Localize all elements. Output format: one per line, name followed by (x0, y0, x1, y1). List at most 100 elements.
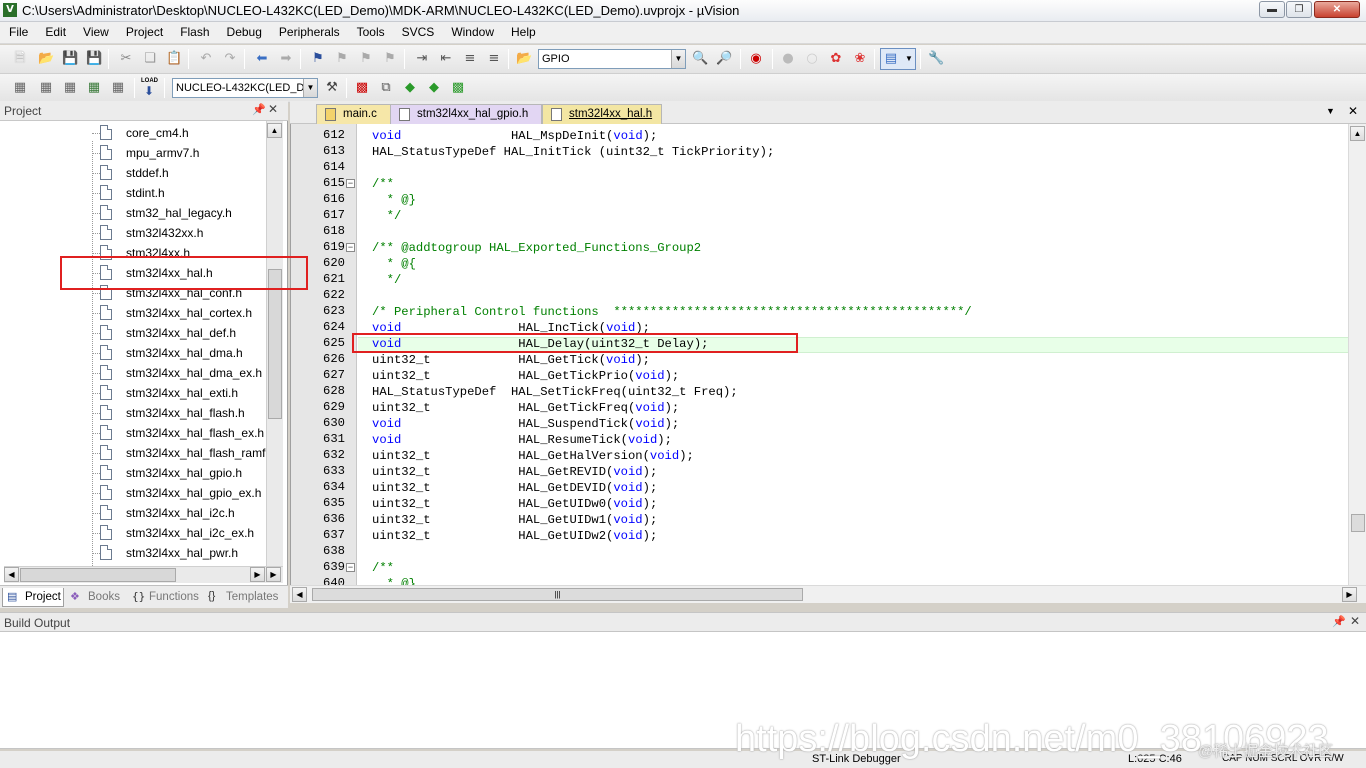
tab-templates[interactable]: {} Templates (206, 588, 286, 607)
code-line[interactable]: /** (372, 176, 394, 192)
close-icon[interactable]: ✕ (1350, 614, 1360, 628)
target-options-icon[interactable]: ⚒ (324, 80, 340, 96)
code-line[interactable]: /** @addtogroup HAL_Exported_Functions_G… (372, 240, 701, 256)
scroll-left-icon[interactable]: ◀ (4, 567, 19, 582)
navigate-back-icon[interactable]: ⬅ (254, 51, 270, 67)
build-icon[interactable]: ▦ (38, 80, 54, 96)
scroll-right-icon[interactable]: ▶ (250, 567, 265, 582)
code-line[interactable]: * @} (372, 192, 416, 208)
tab-project[interactable]: ▤ Project (2, 588, 64, 607)
editor-horizontal-scrollbar[interactable]: ◀ ||| ▶ (290, 585, 1366, 603)
fold-toggle-icon[interactable]: − (346, 179, 355, 188)
fold-toggle-icon[interactable]: − (346, 563, 355, 572)
pin-icon[interactable]: 📌 (1332, 615, 1346, 628)
chevron-down-icon[interactable]: ▼ (671, 50, 685, 68)
copy-target-icon[interactable]: ⧉ (378, 80, 394, 96)
menu-debug[interactable]: Debug (218, 22, 270, 44)
code-line[interactable]: * @{ (372, 256, 416, 272)
code-line[interactable]: void HAL_ResumeTick(void); (372, 432, 672, 448)
configure-icon[interactable]: 🔧 (928, 51, 944, 67)
menu-peripherals[interactable]: Peripherals (270, 22, 348, 44)
menu-file[interactable]: File (0, 22, 36, 44)
editor-vscroll-thumb[interactable] (1351, 514, 1365, 532)
breakpoint-icon[interactable]: ● (780, 51, 796, 67)
uncomment-icon[interactable]: ≡ (486, 51, 502, 67)
close-icon[interactable]: ✕ (1348, 104, 1358, 118)
code-editor[interactable]: 612 613 614 615−616 617 618 619−620 621 622 623 62… (290, 124, 1366, 590)
menu-help[interactable]: Help (502, 22, 544, 44)
close-icon[interactable]: ✕ (268, 102, 278, 116)
new-file-icon[interactable]: 🗎 (12, 51, 28, 67)
unindent-icon[interactable]: ⇤ (438, 51, 454, 67)
code-line[interactable]: uint32_t HAL_GetREVID(void); (372, 464, 657, 480)
code-line[interactable]: HAL_StatusTypeDef HAL_SetTickFreq(uint32… (372, 384, 738, 400)
navigate-forward-icon[interactable]: ➡ (278, 51, 294, 67)
code-area[interactable]: void HAL_MspDeInit(void); HAL_StatusTypeD… (358, 124, 1348, 585)
indent-icon[interactable]: ⇥ (414, 51, 430, 67)
paste-icon[interactable]: 📋 (166, 51, 182, 67)
code-line[interactable]: uint32_t HAL_GetTick(void); (372, 352, 650, 368)
scroll-up-icon[interactable]: ▲ (267, 123, 282, 138)
manage-project-items-icon[interactable]: ▩ (354, 80, 370, 96)
undo-icon[interactable]: ↶ (198, 51, 214, 67)
cut-icon[interactable]: ✂ (118, 51, 134, 67)
insert-bookmark-icon[interactable]: ⚑ (310, 51, 326, 67)
chevron-down-icon[interactable]: ▼ (303, 79, 317, 97)
menu-svcs[interactable]: SVCS (393, 22, 443, 44)
save-icon[interactable]: 💾 (62, 51, 78, 67)
scroll-up-icon[interactable]: ▲ (1350, 126, 1365, 141)
code-line[interactable]: uint32_t HAL_GetUIDw2(void); (372, 528, 657, 544)
find-combo[interactable]: GPIO ▼ (538, 49, 686, 69)
code-line[interactable]: void HAL_MspDeInit(void); (372, 128, 657, 144)
rebuild-icon[interactable]: ▦ (62, 80, 78, 96)
tree-vertical-scrollbar[interactable]: ▲ (266, 121, 283, 566)
fold-toggle-icon[interactable]: − (346, 243, 355, 252)
editor-hscroll-thumb[interactable]: ||| (312, 588, 803, 601)
code-line[interactable]: */ (372, 208, 402, 224)
menu-flash[interactable]: Flash (171, 22, 217, 44)
tree-horizontal-scrollbar[interactable]: ◀ ▶ ▶ (4, 566, 283, 583)
code-line[interactable]: uint32_t HAL_GetTickPrio(void); (372, 368, 679, 384)
target-combo[interactable]: NUCLEO-L432KC(LED_Dei ▼ (172, 78, 318, 98)
find-icon[interactable]: 🔍 (692, 51, 708, 67)
code-line[interactable]: uint32_t HAL_GetDEVID(void); (372, 480, 657, 496)
menu-window[interactable]: Window (442, 22, 502, 44)
disable-all-breakpoints-icon[interactable]: ✿ (828, 51, 844, 67)
stop-build-icon[interactable]: ▦ (110, 80, 126, 96)
translate-icon[interactable]: ▦ (12, 80, 28, 96)
code-line[interactable]: */ (372, 272, 402, 288)
incremental-find-icon[interactable]: 🔎 (716, 51, 732, 67)
scroll-left-icon[interactable]: ◀ (292, 587, 307, 602)
find-in-files-icon[interactable]: 📂 (516, 51, 532, 67)
menu-project[interactable]: Project (117, 22, 171, 44)
next-bookmark-icon[interactable]: ⚑ (358, 51, 374, 67)
code-line[interactable]: uint32_t HAL_GetHalVersion(void); (372, 448, 694, 464)
code-line[interactable]: uint32_t HAL_GetUIDw0(void); (372, 496, 657, 512)
pin-icon[interactable]: 📌 (252, 103, 266, 116)
previous-bookmark-icon[interactable]: ⚑ (334, 51, 350, 67)
clear-bookmarks-icon[interactable]: ⚑ (382, 51, 398, 67)
save-all-icon[interactable]: 💾 (86, 51, 102, 67)
tab-hal-gpio-h[interactable]: stm32l4xx_hal_gpio.h (390, 104, 542, 124)
tree-hscroll-thumb[interactable] (20, 568, 176, 582)
code-line[interactable]: void HAL_SuspendTick(void); (372, 416, 679, 432)
tab-list-chevron-icon[interactable]: ▼ (1326, 106, 1335, 116)
kill-all-breakpoints-icon[interactable]: ❀ (852, 51, 868, 67)
disable-breakpoint-icon[interactable]: ○ (804, 51, 820, 67)
scroll-right-icon[interactable]: ▶ (1342, 587, 1357, 602)
maximize-button[interactable]: ❐ (1286, 1, 1312, 18)
code-line[interactable]: * @} (372, 576, 416, 585)
editor-vertical-scrollbar[interactable]: ▲ (1348, 124, 1366, 585)
open-folder-icon[interactable]: 📂 (38, 51, 54, 67)
code-line[interactable]: /* Peripheral Control functions ********… (372, 304, 972, 320)
run-time-environment-icon[interactable]: ▩ (450, 80, 466, 96)
load-button[interactable]: LOAD ⬇ (140, 78, 160, 98)
tab-functions[interactable]: {} Functions (130, 588, 204, 607)
tree-vscroll-thumb[interactable] (268, 269, 282, 419)
code-line[interactable]: uint32_t HAL_GetUIDw1(void); (372, 512, 657, 528)
menu-edit[interactable]: Edit (36, 22, 74, 44)
close-button[interactable]: ✕ (1314, 1, 1360, 18)
menu-view[interactable]: View (74, 22, 117, 44)
pack-installer-icon[interactable]: ◆ (426, 80, 442, 96)
manage-packs-icon[interactable]: ◆ (402, 80, 418, 96)
